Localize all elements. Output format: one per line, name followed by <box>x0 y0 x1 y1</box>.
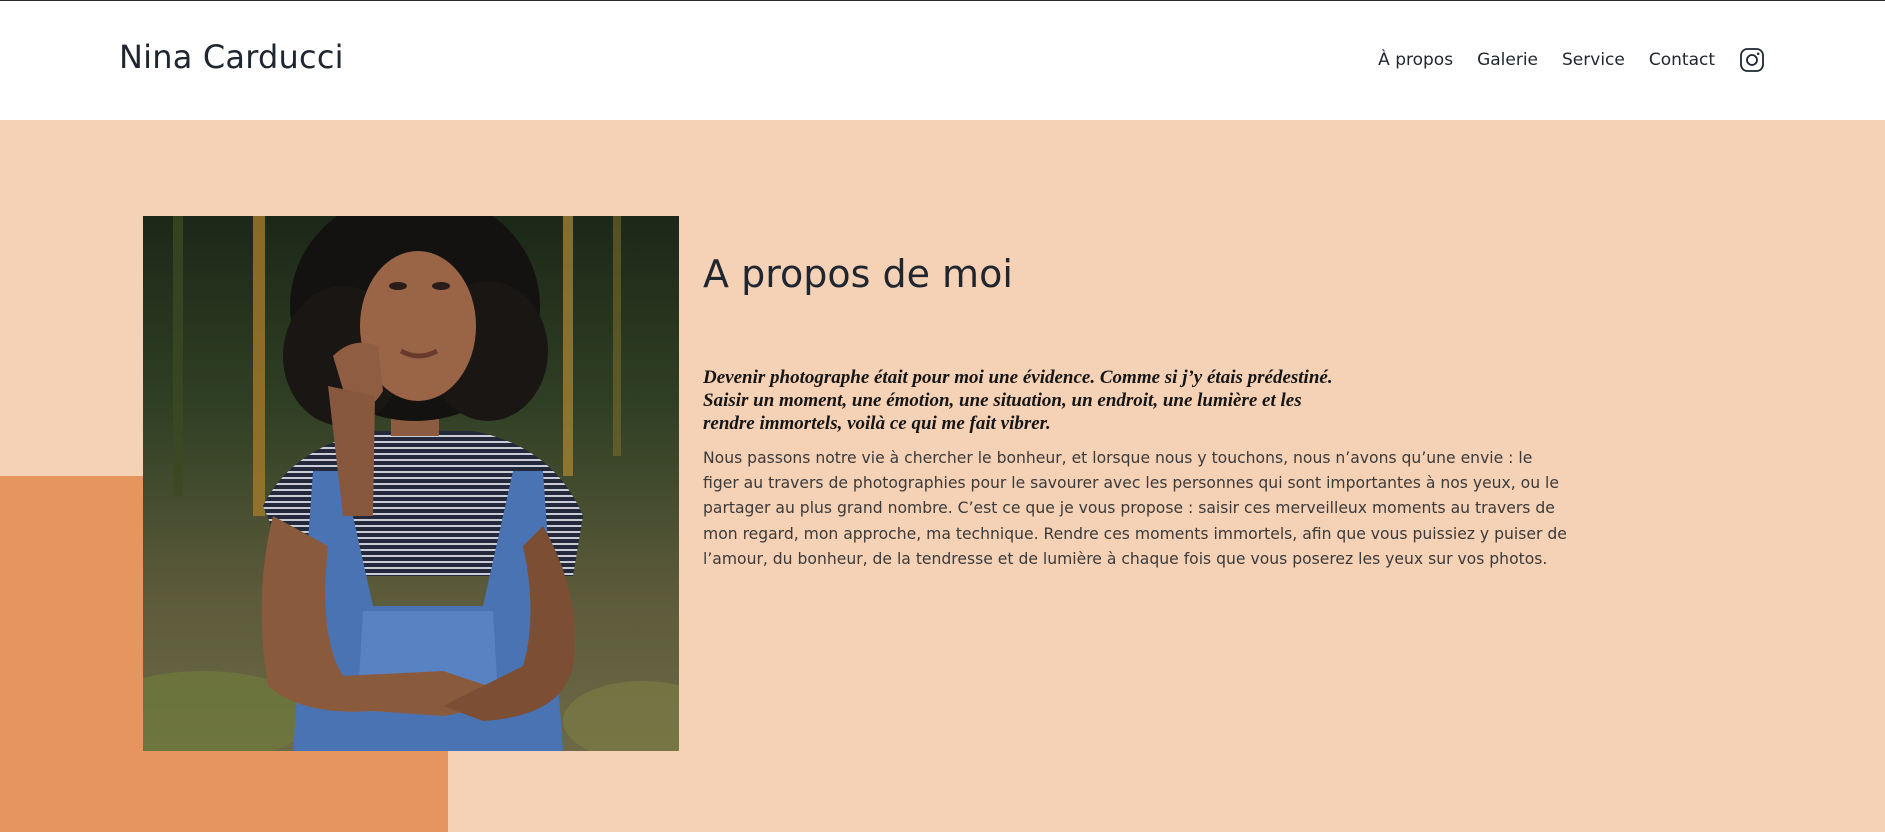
about-section: A propos de moi Devenir photographe étai… <box>0 120 1885 832</box>
site-header: Nina Carducci À propos Galerie Service C… <box>0 1 1885 120</box>
about-paragraph: Nous passons notre vie à chercher le bon… <box>703 449 1567 568</box>
nav-link-service[interactable]: Service <box>1562 45 1625 75</box>
section-title: A propos de moi <box>703 252 1013 296</box>
intro-quote: Devenir photographe était pour moi une é… <box>703 367 1333 434</box>
nav-link-a-propos[interactable]: À propos <box>1378 45 1453 75</box>
instagram-icon[interactable] <box>1739 47 1765 73</box>
site-title[interactable]: Nina Carducci <box>119 37 344 77</box>
nav-link-contact[interactable]: Contact <box>1649 45 1715 75</box>
portrait-photo <box>143 216 679 751</box>
nav-link-galerie[interactable]: Galerie <box>1477 45 1538 75</box>
main-navigation: À propos Galerie Service Contact <box>1378 45 1765 75</box>
